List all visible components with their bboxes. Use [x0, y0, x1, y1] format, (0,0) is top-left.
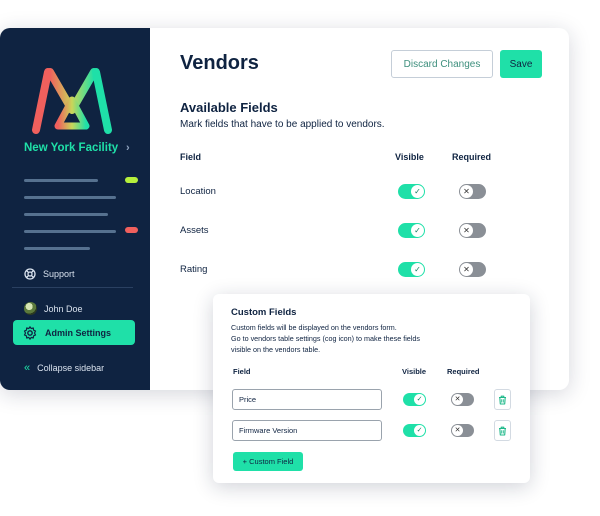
column-header-visible: Visible — [402, 367, 427, 376]
field-label-rating: Rating — [180, 264, 208, 275]
visible-toggle-firmware-version[interactable]: ✓ — [403, 424, 426, 437]
close-icon: ✕ — [452, 425, 463, 436]
nav-placeholder-line — [24, 247, 90, 250]
check-icon: ✓ — [411, 224, 424, 237]
admin-settings-button[interactable]: Admin Settings — [13, 320, 135, 345]
user-name: John Doe — [44, 303, 83, 314]
status-pill-green — [125, 177, 138, 183]
save-button[interactable]: Save — [500, 50, 542, 78]
check-icon: ✓ — [411, 263, 424, 276]
page-title: Vendors — [180, 52, 259, 74]
brand-logo — [32, 68, 112, 134]
required-toggle-location[interactable]: ✕ — [459, 184, 486, 199]
status-pill-red — [125, 227, 138, 233]
delete-field-button[interactable] — [494, 389, 511, 410]
chevron-right-icon: › — [126, 142, 130, 154]
trash-icon — [499, 395, 506, 405]
available-fields-description: Mark fields that have to be applied to v… — [180, 119, 385, 130]
check-icon: ✓ — [414, 394, 425, 405]
custom-field-input-firmware-version[interactable]: Firmware Version — [232, 420, 382, 441]
collapse-sidebar-label: Collapse sidebar — [37, 363, 105, 373]
sidebar: New York Facility › Support John Doe Adm… — [0, 28, 150, 390]
column-header-required: Required — [447, 367, 480, 376]
field-label-assets: Assets — [180, 225, 209, 236]
custom-fields-description-line: visible on the vendors table. — [231, 345, 321, 354]
collapse-sidebar-link[interactable]: « Collapse sidebar — [24, 362, 104, 374]
required-toggle-assets[interactable]: ✕ — [459, 223, 486, 238]
visible-toggle-rating[interactable]: ✓ — [398, 262, 425, 277]
nav-placeholder-line — [24, 179, 98, 182]
field-label-location: Location — [180, 186, 216, 197]
visible-toggle-assets[interactable]: ✓ — [398, 223, 425, 238]
check-icon: ✓ — [414, 425, 425, 436]
required-toggle-rating[interactable]: ✕ — [459, 262, 486, 277]
column-header-field: Field — [180, 152, 202, 162]
close-icon: ✕ — [452, 394, 463, 405]
custom-fields-description-line: Custom fields will be displayed on the v… — [231, 323, 397, 332]
custom-field-input-price[interactable]: Price — [232, 389, 382, 410]
custom-fields-description-line: Go to vendors table settings (cog icon) … — [231, 334, 420, 343]
discard-changes-button[interactable]: Discard Changes — [391, 50, 493, 78]
add-custom-field-button[interactable]: + Custom Field — [233, 452, 303, 471]
facility-selector[interactable]: New York Facility › — [24, 142, 130, 154]
required-toggle-firmware-version[interactable]: ✕ — [451, 424, 474, 437]
column-header-field: Field — [233, 367, 251, 376]
nav-placeholder-line — [24, 213, 108, 216]
nav-placeholder-line — [24, 196, 116, 199]
custom-fields-title: Custom Fields — [231, 307, 297, 318]
column-header-required: Required — [452, 152, 492, 162]
lifebuoy-icon — [24, 268, 36, 280]
close-icon: ✕ — [460, 224, 473, 237]
sidebar-divider — [12, 287, 133, 288]
double-chevron-left-icon: « — [24, 362, 31, 374]
gear-icon — [23, 325, 37, 340]
avatar — [24, 302, 37, 315]
delete-field-button[interactable] — [494, 420, 511, 441]
admin-settings-label: Admin Settings — [45, 327, 112, 338]
nav-placeholder-line — [24, 230, 116, 233]
close-icon: ✕ — [460, 185, 473, 198]
facility-name: New York Facility — [24, 142, 119, 154]
support-label: Support — [43, 269, 75, 279]
custom-fields-panel: Custom Fields Custom fields will be disp… — [213, 294, 530, 483]
required-toggle-price[interactable]: ✕ — [451, 393, 474, 406]
trash-icon — [499, 426, 506, 436]
check-icon: ✓ — [411, 185, 424, 198]
app-stage: New York Facility › Support John Doe Adm… — [0, 0, 600, 516]
close-icon: ✕ — [460, 263, 473, 276]
visible-toggle-location[interactable]: ✓ — [398, 184, 425, 199]
support-link[interactable]: Support — [24, 268, 75, 280]
available-fields-title: Available Fields — [180, 100, 278, 115]
visible-toggle-price[interactable]: ✓ — [403, 393, 426, 406]
column-header-visible: Visible — [395, 152, 424, 162]
user-profile[interactable]: John Doe — [24, 302, 83, 315]
